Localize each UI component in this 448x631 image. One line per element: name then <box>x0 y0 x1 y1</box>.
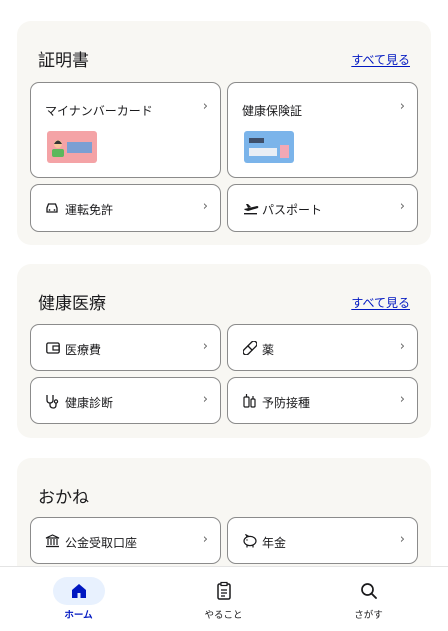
card-label: パスポート <box>262 203 323 217</box>
chevron-right-icon: › <box>399 339 405 354</box>
section-title: 証明書 <box>38 51 89 71</box>
card-passport[interactable]: パスポート › <box>227 184 418 232</box>
chevron-right-icon: › <box>399 392 405 407</box>
car-icon <box>46 203 58 213</box>
section-title: 健康医療 <box>38 294 106 314</box>
card-medicine[interactable]: 薬 › <box>227 324 418 371</box>
insurance-card-image <box>244 131 294 163</box>
card-label: 予防接種 <box>262 396 311 410</box>
section-title: おかね <box>38 488 89 508</box>
chevron-right-icon: › <box>202 99 208 114</box>
wallet-icon <box>46 342 60 354</box>
card-label: 公金受取口座 <box>65 536 138 550</box>
chevron-right-icon: › <box>202 392 208 407</box>
piggy-bank-icon <box>243 534 257 548</box>
stethoscope-icon <box>46 395 59 409</box>
card-health-insurance[interactable]: 健康保険証 › <box>227 82 418 178</box>
card-vaccination[interactable]: 予防接種 › <box>227 377 418 424</box>
home-icon <box>71 584 86 598</box>
chevron-right-icon: › <box>202 532 208 547</box>
nav-label: ホーム <box>64 610 93 621</box>
chevron-right-icon: › <box>399 99 405 114</box>
section-health: 健康医療 すべて見る 医療費 › 薬 › 健康診断 › 予防接種 › <box>17 264 431 438</box>
card-mynumber[interactable]: マイナンバーカード › <box>30 82 221 178</box>
nav-label: やること <box>204 610 243 621</box>
card-label: 医療費 <box>65 343 102 357</box>
chevron-right-icon: › <box>399 199 405 214</box>
chevron-right-icon: › <box>399 532 405 547</box>
card-label: 薬 <box>262 343 275 357</box>
card-pension[interactable]: 年金 › <box>227 517 418 564</box>
card-label: 年金 <box>262 536 287 550</box>
pill-icon <box>243 341 257 355</box>
card-public-account[interactable]: 公金受取口座 › <box>30 517 221 564</box>
mynumber-card-image <box>47 131 97 163</box>
clipboard-icon <box>216 581 231 600</box>
bank-icon <box>45 534 60 548</box>
section-certificates: 証明書 すべて見る マイナンバーカード › 健康保険証 › 運転免許 › パスポ… <box>17 21 431 245</box>
chevron-right-icon: › <box>202 199 208 214</box>
nav-label: さがす <box>354 610 383 621</box>
search-icon <box>360 583 377 599</box>
card-label: 健康診断 <box>65 396 114 410</box>
bottom-nav: ホーム やること さがす <box>0 566 448 631</box>
card-medical-expenses[interactable]: 医療費 › <box>30 324 221 371</box>
card-label: 健康保険証 <box>242 104 303 118</box>
vaccine-icon <box>243 394 256 408</box>
card-health-checkup[interactable]: 健康診断 › <box>30 377 221 424</box>
airplane-icon <box>244 204 259 215</box>
card-label: 運転免許 <box>65 203 114 217</box>
chevron-right-icon: › <box>202 339 208 354</box>
card-label: マイナンバーカード <box>45 104 153 118</box>
see-all-link[interactable]: すべて見る <box>351 294 410 311</box>
nav-search[interactable]: さがす <box>294 567 443 631</box>
nav-home[interactable]: ホーム <box>4 567 153 631</box>
card-drivers-license[interactable]: 運転免許 › <box>30 184 221 232</box>
see-all-link[interactable]: すべて見る <box>351 51 410 68</box>
nav-todo[interactable]: やること <box>149 567 298 631</box>
